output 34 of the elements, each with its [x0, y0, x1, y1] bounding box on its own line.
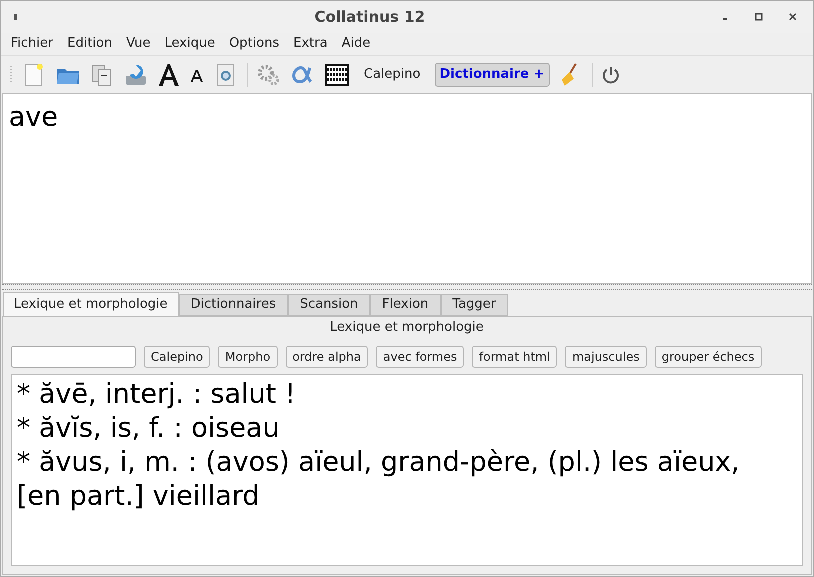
search-field[interactable] [11, 346, 136, 368]
option-button[interactable]: format html [472, 346, 558, 368]
option-button[interactable]: ordre alpha [286, 346, 368, 368]
tab[interactable]: Scansion [288, 294, 370, 316]
result-entry: * ăvus, i, m. : (avos) aïeul, grand-père, (pl.) les aïeux, [en part.] vieillard [17, 446, 741, 514]
option-button[interactable]: Morpho [218, 346, 278, 368]
option-button[interactable]: grouper échecs [654, 346, 762, 368]
calepino-button[interactable]: Calepino [358, 62, 427, 86]
maximize-button[interactable] [755, 13, 763, 21]
option-button[interactable]: Calepino [144, 346, 210, 368]
font-large-icon[interactable] [157, 62, 181, 88]
window-title: Collatinus 12 [314, 6, 426, 28]
tab[interactable]: Lexique et morphologie [3, 292, 179, 316]
option-button[interactable]: avec formes [376, 346, 464, 368]
result-entry: * ăvē, interj. : salut ! [17, 378, 297, 412]
menu-item[interactable]: Edition [68, 34, 112, 54]
menu-item[interactable]: Vue [126, 34, 151, 54]
text-editor[interactable]: ave [2, 93, 812, 284]
tab[interactable]: Flexion [370, 294, 441, 316]
tab[interactable]: Dictionnaires [178, 294, 288, 316]
option-button[interactable]: majuscules [565, 346, 647, 368]
dictionary-toggle-button[interactable]: Dictionnaire + [434, 62, 550, 86]
menu-item[interactable]: Aide [342, 34, 371, 54]
tab[interactable]: Tagger [440, 294, 508, 316]
menu-item[interactable]: Options [229, 34, 280, 54]
abacus-icon[interactable] [324, 62, 350, 88]
close-button[interactable] [789, 13, 797, 21]
menu-item[interactable]: Fichier [11, 34, 54, 54]
panel-title: Lexique et morphologie [329, 319, 485, 337]
power-icon[interactable] [600, 64, 621, 84]
app-icon [13, 13, 19, 21]
result-entry: * ăvĭs, is, f. : oiseau [17, 412, 281, 446]
menu-item[interactable]: Lexique [164, 34, 216, 54]
menu-item[interactable]: Extra [293, 34, 328, 54]
